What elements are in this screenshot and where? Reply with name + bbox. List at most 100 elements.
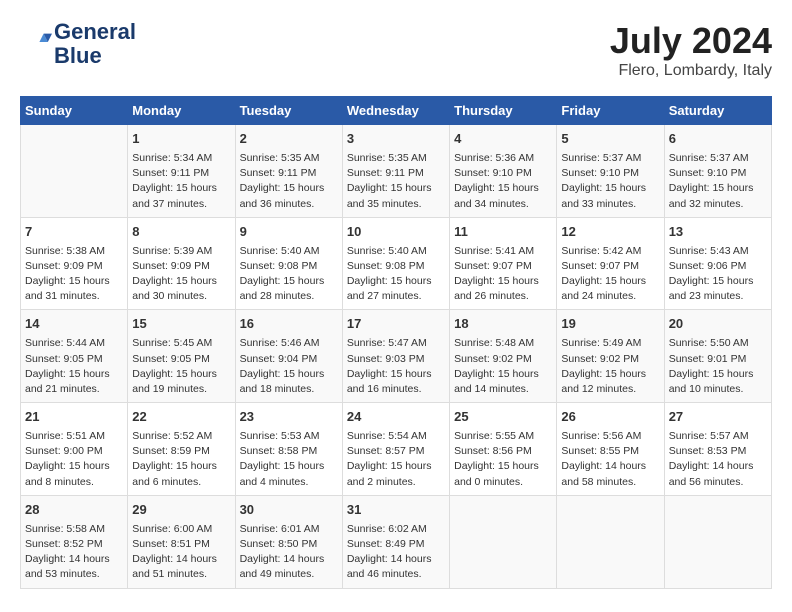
- calendar-cell: 28 Sunrise: 5:58 AM Sunset: 8:52 PM Dayli…: [21, 495, 128, 588]
- title-block: July 2024 Flero, Lombardy, Italy: [610, 20, 772, 80]
- cell-info: Sunrise: 5:38 AM Sunset: 9:09 PM Dayligh…: [25, 244, 123, 305]
- date-number: 5: [561, 130, 659, 149]
- cell-info: Sunrise: 5:43 AM Sunset: 9:06 PM Dayligh…: [669, 244, 767, 305]
- cell-info: Sunrise: 5:52 AM Sunset: 8:59 PM Dayligh…: [132, 429, 230, 490]
- date-number: 9: [240, 223, 338, 242]
- calendar-cell: 15 Sunrise: 5:45 AM Sunset: 9:05 PM Dayli…: [128, 310, 235, 403]
- cell-info: Sunrise: 5:45 AM Sunset: 9:05 PM Dayligh…: [132, 336, 230, 397]
- week-row-2: 14Sunrise: 5:44 AM Sunset: 9:05 PM Dayli…: [21, 310, 772, 403]
- calendar-cell: [664, 495, 771, 588]
- header-day-friday: Friday: [557, 97, 664, 125]
- week-row-3: 21 Sunrise: 5:51 AM Sunset: 9:00 PM Dayli…: [21, 403, 772, 496]
- week-row-4: 28 Sunrise: 5:58 AM Sunset: 8:52 PM Dayli…: [21, 495, 772, 588]
- cell-info: Sunrise: 5:57 AM Sunset: 8:53 PM Dayligh…: [669, 429, 767, 490]
- date-number: 15: [132, 315, 230, 334]
- cell-info: Sunrise: 5:58 AM Sunset: 8:52 PM Dayligh…: [25, 522, 123, 583]
- cell-info: Sunrise: 5:44 AM Sunset: 9:05 PM Dayligh…: [25, 336, 123, 397]
- calendar-table: SundayMondayTuesdayWednesdayThursdayFrid…: [20, 96, 772, 589]
- date-number: 4: [454, 130, 552, 149]
- calendar-cell: 14Sunrise: 5:44 AM Sunset: 9:05 PM Dayli…: [21, 310, 128, 403]
- calendar-cell: 7 Sunrise: 5:38 AM Sunset: 9:09 PM Daylig…: [21, 217, 128, 310]
- calendar-cell: 18 Sunrise: 5:48 AM Sunset: 9:02 PM Dayli…: [450, 310, 557, 403]
- cell-info: Sunrise: 5:51 AM Sunset: 9:00 PM Dayligh…: [25, 429, 123, 490]
- calendar-cell: 17 Sunrise: 5:47 AM Sunset: 9:03 PM Dayli…: [342, 310, 449, 403]
- calendar-cell: [557, 495, 664, 588]
- week-row-0: 1Sunrise: 5:34 AM Sunset: 9:11 PM Daylig…: [21, 125, 772, 218]
- date-number: 28: [25, 501, 123, 520]
- date-number: 12: [561, 223, 659, 242]
- calendar-cell: [21, 125, 128, 218]
- date-number: 8: [132, 223, 230, 242]
- cell-info: Sunrise: 5:41 AM Sunset: 9:07 PM Dayligh…: [454, 244, 552, 305]
- cell-info: Sunrise: 5:37 AM Sunset: 9:10 PM Dayligh…: [561, 151, 659, 212]
- calendar-cell: [450, 495, 557, 588]
- date-number: 3: [347, 130, 445, 149]
- header-day-wednesday: Wednesday: [342, 97, 449, 125]
- date-number: 22: [132, 408, 230, 427]
- cell-info: Sunrise: 5:47 AM Sunset: 9:03 PM Dayligh…: [347, 336, 445, 397]
- logo-icon: [24, 28, 52, 56]
- date-number: 1: [132, 130, 230, 149]
- cell-info: Sunrise: 5:53 AM Sunset: 8:58 PM Dayligh…: [240, 429, 338, 490]
- header-day-thursday: Thursday: [450, 97, 557, 125]
- calendar-cell: 12Sunrise: 5:42 AM Sunset: 9:07 PM Dayli…: [557, 217, 664, 310]
- calendar-cell: 9 Sunrise: 5:40 AM Sunset: 9:08 PM Daylig…: [235, 217, 342, 310]
- calendar-cell: 11 Sunrise: 5:41 AM Sunset: 9:07 PM Dayli…: [450, 217, 557, 310]
- date-number: 30: [240, 501, 338, 520]
- date-number: 11: [454, 223, 552, 242]
- date-number: 26: [561, 408, 659, 427]
- calendar-cell: 3 Sunrise: 5:35 AM Sunset: 9:11 PM Daylig…: [342, 125, 449, 218]
- cell-info: Sunrise: 5:54 AM Sunset: 8:57 PM Dayligh…: [347, 429, 445, 490]
- date-number: 31: [347, 501, 445, 520]
- calendar-cell: 24 Sunrise: 5:54 AM Sunset: 8:57 PM Dayli…: [342, 403, 449, 496]
- cell-info: Sunrise: 5:40 AM Sunset: 9:08 PM Dayligh…: [347, 244, 445, 305]
- calendar-cell: 6 Sunrise: 5:37 AM Sunset: 9:10 PM Daylig…: [664, 125, 771, 218]
- calendar-cell: 27 Sunrise: 5:57 AM Sunset: 8:53 PM Dayli…: [664, 403, 771, 496]
- calendar-cell: 10Sunrise: 5:40 AM Sunset: 9:08 PM Dayli…: [342, 217, 449, 310]
- header-day-tuesday: Tuesday: [235, 97, 342, 125]
- month-year: July 2024: [610, 20, 772, 62]
- calendar-cell: 22 Sunrise: 5:52 AM Sunset: 8:59 PM Dayli…: [128, 403, 235, 496]
- calendar-cell: 8 Sunrise: 5:39 AM Sunset: 9:09 PM Daylig…: [128, 217, 235, 310]
- calendar-cell: 23 Sunrise: 5:53 AM Sunset: 8:58 PM Dayli…: [235, 403, 342, 496]
- calendar-cell: 13 Sunrise: 5:43 AM Sunset: 9:06 PM Dayli…: [664, 217, 771, 310]
- date-number: 7: [25, 223, 123, 242]
- date-number: 18: [454, 315, 552, 334]
- calendar-cell: 26Sunrise: 5:56 AM Sunset: 8:55 PM Dayli…: [557, 403, 664, 496]
- date-number: 19: [561, 315, 659, 334]
- date-number: 16: [240, 315, 338, 334]
- cell-info: Sunrise: 5:40 AM Sunset: 9:08 PM Dayligh…: [240, 244, 338, 305]
- calendar-cell: 2Sunrise: 5:35 AM Sunset: 9:11 PM Daylig…: [235, 125, 342, 218]
- date-number: 29: [132, 501, 230, 520]
- calendar-cell: 4Sunrise: 5:36 AM Sunset: 9:10 PM Daylig…: [450, 125, 557, 218]
- cell-info: Sunrise: 5:49 AM Sunset: 9:02 PM Dayligh…: [561, 336, 659, 397]
- cell-info: Sunrise: 5:48 AM Sunset: 9:02 PM Dayligh…: [454, 336, 552, 397]
- date-number: 24: [347, 408, 445, 427]
- header-day-sunday: Sunday: [21, 97, 128, 125]
- calendar-cell: 20 Sunrise: 5:50 AM Sunset: 9:01 PM Dayli…: [664, 310, 771, 403]
- cell-info: Sunrise: 5:50 AM Sunset: 9:01 PM Dayligh…: [669, 336, 767, 397]
- cell-info: Sunrise: 6:01 AM Sunset: 8:50 PM Dayligh…: [240, 522, 338, 583]
- logo-text: General Blue: [54, 20, 136, 68]
- date-number: 21: [25, 408, 123, 427]
- logo: General Blue: [20, 20, 136, 68]
- calendar-cell: 5 Sunrise: 5:37 AM Sunset: 9:10 PM Daylig…: [557, 125, 664, 218]
- date-number: 27: [669, 408, 767, 427]
- header-day-monday: Monday: [128, 97, 235, 125]
- date-number: 13: [669, 223, 767, 242]
- date-number: 23: [240, 408, 338, 427]
- calendar-cell: 1Sunrise: 5:34 AM Sunset: 9:11 PM Daylig…: [128, 125, 235, 218]
- date-number: 2: [240, 130, 338, 149]
- header-row: SundayMondayTuesdayWednesdayThursdayFrid…: [21, 97, 772, 125]
- cell-info: Sunrise: 6:00 AM Sunset: 8:51 PM Dayligh…: [132, 522, 230, 583]
- cell-info: Sunrise: 5:55 AM Sunset: 8:56 PM Dayligh…: [454, 429, 552, 490]
- cell-info: Sunrise: 5:37 AM Sunset: 9:10 PM Dayligh…: [669, 151, 767, 212]
- location: Flero, Lombardy, Italy: [610, 62, 772, 80]
- date-number: 17: [347, 315, 445, 334]
- calendar-cell: 21 Sunrise: 5:51 AM Sunset: 9:00 PM Dayli…: [21, 403, 128, 496]
- cell-info: Sunrise: 5:35 AM Sunset: 9:11 PM Dayligh…: [347, 151, 445, 212]
- cell-info: Sunrise: 5:39 AM Sunset: 9:09 PM Dayligh…: [132, 244, 230, 305]
- date-number: 6: [669, 130, 767, 149]
- calendar-cell: 16Sunrise: 5:46 AM Sunset: 9:04 PM Dayli…: [235, 310, 342, 403]
- date-number: 20: [669, 315, 767, 334]
